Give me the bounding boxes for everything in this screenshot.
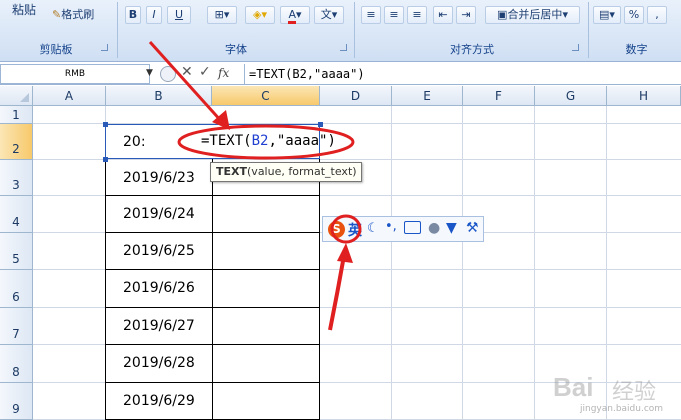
annotation-overlay — [148, 40, 362, 331]
watermark-brand: Bai — [553, 372, 594, 402]
watermark-url: jingyan.baidu.com — [580, 404, 664, 414]
arrow-to-formula — [148, 40, 224, 124]
arrow-to-ime — [328, 249, 347, 331]
ime-highlight-circle — [330, 214, 362, 244]
formula-highlight-ellipse — [177, 124, 355, 160]
watermark-cn: 经验 — [612, 380, 657, 405]
arrow-head — [337, 243, 353, 263]
